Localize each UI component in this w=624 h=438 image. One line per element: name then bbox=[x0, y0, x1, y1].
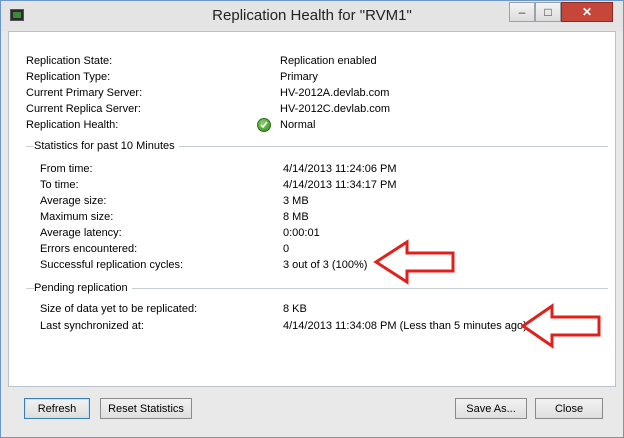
red-arrow-icon bbox=[373, 239, 455, 285]
primary-server-label: Current Primary Server: bbox=[26, 87, 143, 99]
average-size-label: Average size: bbox=[40, 195, 107, 207]
replication-health-value: Normal bbox=[280, 119, 316, 131]
replica-server-label: Current Replica Server: bbox=[26, 103, 141, 115]
minimize-button[interactable]: – bbox=[509, 2, 535, 22]
green-check-icon bbox=[257, 118, 271, 132]
average-latency-label: Average latency: bbox=[40, 227, 122, 239]
pending-header: Pending replication bbox=[34, 281, 132, 295]
refresh-button[interactable]: Refresh bbox=[24, 398, 90, 419]
maximize-button[interactable]: □ bbox=[535, 2, 561, 22]
last-synchronized-value: 4/14/2013 11:34:08 PM (Less than 5 minut… bbox=[283, 320, 527, 332]
errors-encountered-label: Errors encountered: bbox=[40, 243, 138, 255]
to-time-label: To time: bbox=[40, 179, 79, 191]
primary-server-value: HV-2012A.devlab.com bbox=[280, 87, 390, 99]
to-time-value: 4/14/2013 11:34:17 PM bbox=[283, 179, 397, 191]
maximum-size-value: 8 MB bbox=[283, 211, 309, 223]
replication-type-value: Primary bbox=[280, 71, 318, 83]
errors-encountered-value: 0 bbox=[283, 243, 290, 255]
red-arrow-icon bbox=[520, 303, 601, 349]
close-button[interactable]: Close bbox=[535, 398, 603, 419]
average-size-value: 3 MB bbox=[283, 195, 309, 207]
data-to-replicate-label: Size of data yet to be replicated: bbox=[40, 303, 198, 315]
reset-statistics-button[interactable]: Reset Statistics bbox=[100, 398, 192, 419]
average-latency-value: 0:00:01 bbox=[283, 227, 320, 239]
maximum-size-label: Maximum size: bbox=[40, 211, 114, 223]
from-time-label: From time: bbox=[40, 163, 93, 175]
statistics-header: Statistics for past 10 Minutes bbox=[34, 139, 179, 153]
title-close-button[interactable]: ✕ bbox=[561, 2, 613, 22]
from-time-value: 4/14/2013 11:24:06 PM bbox=[283, 163, 397, 175]
save-as-button[interactable]: Save As... bbox=[455, 398, 527, 419]
replica-server-value: HV-2012C.devlab.com bbox=[280, 103, 391, 115]
details-panel: Replication State: Replication enabled R… bbox=[8, 31, 616, 387]
successful-cycles-value: 3 out of 3 (100%) bbox=[283, 259, 368, 271]
last-synchronized-label: Last synchronized at: bbox=[40, 320, 144, 332]
title-bar[interactable]: Replication Health for "RVM1" – □ ✕ bbox=[1, 1, 623, 31]
replication-type-label: Replication Type: bbox=[26, 71, 111, 83]
replication-state-label: Replication State: bbox=[26, 55, 113, 67]
replication-health-label: Replication Health: bbox=[26, 119, 119, 131]
replication-state-value: Replication enabled bbox=[280, 55, 377, 67]
successful-cycles-label: Successful replication cycles: bbox=[40, 259, 184, 271]
replication-health-window: Replication Health for "RVM1" – □ ✕ Repl… bbox=[0, 0, 624, 438]
data-to-replicate-value: 8 KB bbox=[283, 303, 307, 315]
